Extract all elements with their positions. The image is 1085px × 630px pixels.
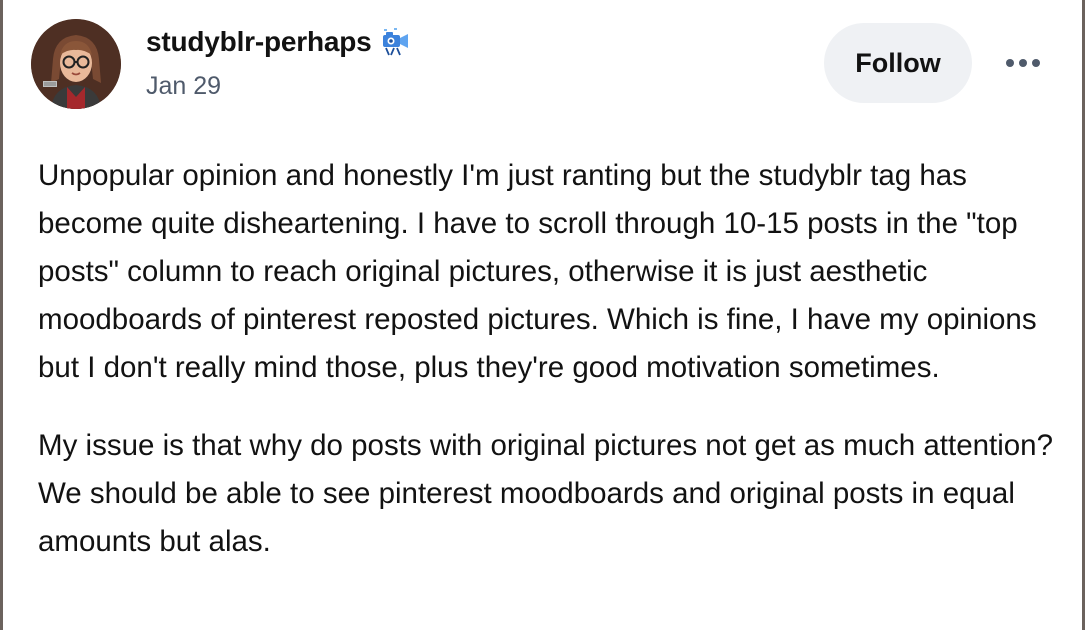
- more-options-icon[interactable]: [998, 48, 1048, 78]
- post-header: studyblr-perhaps Jan 29 Follow: [3, 0, 1082, 130]
- avatar[interactable]: [31, 19, 121, 109]
- dot: [1032, 59, 1040, 67]
- post-body: Unpopular opinion and honestly I'm just …: [38, 152, 1068, 596]
- follow-button[interactable]: Follow: [824, 23, 972, 103]
- dot: [1019, 59, 1027, 67]
- dot: [1006, 59, 1014, 67]
- post-paragraph: My issue is that why do posts with origi…: [38, 429, 1053, 558]
- username-row: studyblr-perhaps: [146, 26, 412, 58]
- avatar-illustration: [31, 19, 121, 109]
- post-date[interactable]: Jan 29: [146, 72, 221, 101]
- author-username[interactable]: studyblr-perhaps: [146, 26, 372, 58]
- camera-badge-icon: [380, 26, 412, 58]
- post-paragraph: Unpopular opinion and honestly I'm just …: [38, 159, 1037, 384]
- post-card: studyblr-perhaps Jan 29 Follow Unpopular…: [0, 0, 1085, 630]
